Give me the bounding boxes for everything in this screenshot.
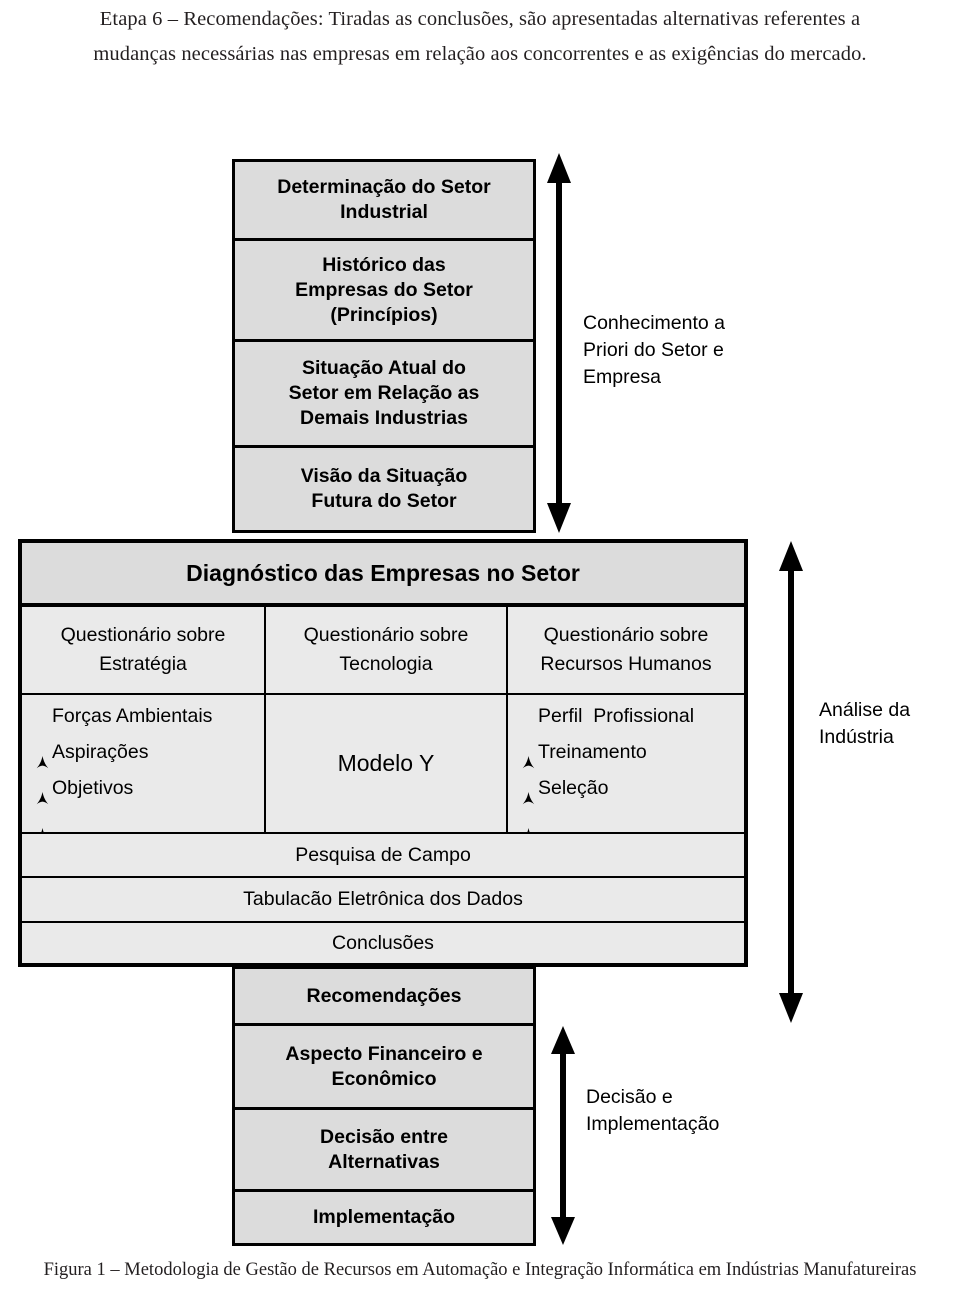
double-arrow-decision-implementation — [550, 1026, 576, 1245]
double-arrow-industry-analysis — [778, 541, 804, 1023]
box-label: Decisão entre Alternativas — [320, 1125, 448, 1173]
diagnostic-frame: Diagnóstico das Empresas no Setor Questi… — [18, 539, 748, 967]
top-stack-group: Determinação do Setor Industrial Históri… — [232, 159, 536, 533]
intro-paragraph: Etapa 6 – Recomendações: Tiradas as conc… — [8, 2, 952, 72]
box-determinacao-setor-industrial: Determinação do Setor Industrial — [235, 162, 533, 238]
box-label: Determinação do Setor Industrial — [277, 176, 491, 223]
column-header-label: Questionário sobre Tecnologia — [303, 624, 469, 675]
questionnaire-columns: Questionário sobre Estratégia Forças Amb… — [22, 607, 744, 840]
triangle-bullet-icon — [522, 709, 535, 768]
box-label: Aspecto Financeiro e Econômico — [285, 1042, 483, 1090]
box-implementacao: Implementação — [235, 1189, 533, 1243]
box-aspecto-financeiro-economico: Aspecto Financeiro e Econômico — [235, 1023, 533, 1107]
column-header-recursos-humanos: Questionário sobre Recursos Humanos — [508, 607, 744, 695]
row-pesquisa-de-campo: Pesquisa de Campo — [22, 832, 744, 876]
column-body-estrategia: Forças Ambientais Aspirações Objetivos — [22, 695, 264, 840]
intro-line-2: mudanças necessárias nas empresas em rel… — [93, 43, 867, 65]
triangle-bullet-icon — [522, 745, 535, 804]
bottom-stack-group: Recomendações Aspecto Financeiro e Econô… — [232, 966, 536, 1246]
label-analise-da-industria: Análise da Indústria — [819, 699, 911, 748]
label-conhecimento-a-priori: Conhecimento a Priori do Setor e Empresa — [583, 312, 726, 388]
triangle-bullet-icon — [36, 745, 49, 804]
row-conclusoes: Conclusões — [22, 921, 744, 963]
column-header-tecnologia: Questionário sobre Tecnologia — [266, 607, 506, 695]
box-decisao-entre-alternativas: Decisão entre Alternativas — [235, 1107, 533, 1189]
column-header-label: Questionário sobre Estratégia — [60, 624, 226, 675]
column-estrategia: Questionário sobre Estratégia Forças Amb… — [22, 607, 264, 840]
row-tabulacao-eletronica: Tabulacão Eletrônica dos Dados — [22, 876, 744, 921]
box-label: Histórico das Empresas do Setor (Princíp… — [295, 253, 473, 326]
label-decisao-implementacao: Decisão e Implementação — [586, 1086, 720, 1135]
box-recomendacoes: Recomendações — [235, 969, 533, 1023]
intro-line-1: Etapa 6 – Recomendações: Tiradas as conc… — [99, 8, 861, 30]
column-header-label: Questionário sobre Recursos Humanos — [540, 624, 712, 675]
box-label: Situação Atual do Setor em Relação as De… — [288, 357, 480, 429]
figure-caption: Figura 1 – Metodologia de Gestão de Recu… — [43, 1260, 917, 1280]
column-header-estrategia: Questionário sobre Estratégia — [22, 607, 264, 695]
box-historico-empresas-setor: Histórico das Empresas do Setor (Princíp… — [235, 238, 533, 339]
box-label: Visão da Situação Futura do Setor — [300, 465, 468, 512]
modelo-y-label: Modelo Y — [337, 750, 435, 776]
list-item: Perfil Profissional — [522, 705, 744, 768]
row-label: Conclusões — [332, 931, 434, 954]
list-item-label: Perfil Profissional — [538, 705, 695, 727]
double-arrow-knowledge — [546, 153, 572, 533]
triangle-bullet-icon — [36, 709, 49, 768]
list-item: Forças Ambientais — [36, 705, 264, 768]
box-visao-situacao-futura: Visão da Situação Futura do Setor — [235, 445, 533, 530]
column-tecnologia: Questionário sobre Tecnologia Modelo Y — [264, 607, 506, 832]
diagnostic-header-label: Diagnóstico das Empresas no Setor — [186, 559, 580, 586]
box-situacao-atual-setor: Situação Atual do Setor em Relação as De… — [235, 339, 533, 445]
list-item-label: Forças Ambientais — [52, 705, 213, 727]
box-label: Implementação — [313, 1206, 455, 1228]
triangle-bullet-icon — [36, 781, 49, 840]
triangle-bullet-icon — [522, 781, 535, 840]
row-label: Tabulacão Eletrônica dos Dados — [243, 888, 523, 910]
diagnostic-header: Diagnóstico das Empresas no Setor — [22, 543, 744, 607]
column-body-recursos-humanos: Perfil Profissional Treinamento Seleção — [508, 695, 744, 840]
box-label: Recomendações — [306, 984, 462, 1007]
column-body-tecnologia: Modelo Y — [266, 695, 506, 832]
row-label: Pesquisa de Campo — [295, 843, 471, 866]
column-recursos-humanos: Questionário sobre Recursos Humanos Perf… — [506, 607, 744, 840]
